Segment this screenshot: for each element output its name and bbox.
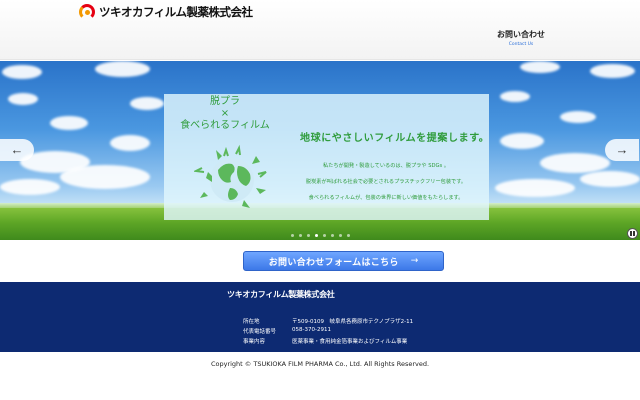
arrow-left-icon: ← [10, 142, 24, 157]
hero-title-line-2: × [220, 108, 230, 119]
slider-dot[interactable] [306, 234, 310, 237]
contact-form-button-label: お問い合わせフォームはこちら [268, 257, 399, 268]
green-globe-illustration [192, 144, 270, 214]
logo-mark-icon [79, 4, 95, 20]
arrow-right-icon: → [615, 142, 629, 157]
slider-next-button[interactable]: → [605, 139, 639, 161]
slider-dot[interactable] [290, 234, 294, 237]
company-logo[interactable]: ツキオカフィルム製薬株式会社 [79, 3, 253, 21]
copyright-text: Copyright © TSUKIOKA FILM PHARMA Co., Lt… [210, 360, 430, 368]
slider-pagination [0, 234, 640, 239]
hero-title-line-1: 脱プラ [210, 96, 240, 107]
slider-dot[interactable] [338, 234, 342, 237]
footer-company-name: ツキオカフィルム製薬株式会社 [227, 290, 335, 299]
info-key: 事業内容 [243, 339, 266, 345]
hero-body-line-2: 脱炭素が叫ばれる社会で必要とされるプラスチックフリー包装です。 [305, 179, 467, 185]
hero-headline: 地球にやさしいフィルムを提案します。 [300, 133, 490, 144]
logo-text: ツキオカフィルム製薬株式会社 [99, 5, 253, 19]
hero-title: 脱プラ × 食べられるフィルム [164, 96, 286, 132]
slider-dot[interactable] [346, 234, 350, 237]
slider-prev-button[interactable]: ← [0, 139, 34, 161]
info-value: 〒509-0109 岐阜県各務原市テクノプラザ2-11 [292, 319, 414, 325]
hero-message-panel: 脱プラ × 食べられるフィルム 地球にやさしいフィルムを提案します。 私たちが開… [164, 94, 489, 220]
info-value: 058-370-2911 [292, 327, 331, 333]
slider-dot[interactable] [322, 234, 326, 237]
hero-slider: 脱プラ × 食べられるフィルム 地球にやさしいフィルムを提案します。 私たちが開… [0, 61, 640, 240]
slider-dot[interactable] [298, 234, 302, 237]
contact-form-button[interactable]: お問い合わせフォームはこちら → [243, 251, 444, 271]
info-key: 所在地 [243, 319, 260, 325]
site-header: ツキオカフィルム製薬株式会社 お問い合わせ Contact Us [0, 0, 640, 60]
hero-body-line-3: 食べられるフィルムが、包装の世界に新しい価値をもたらします。 [308, 195, 464, 201]
hero-body-line-1: 私たちが開発・製造しているのは、脱プラや SDGs 。 [322, 163, 450, 169]
site-footer: ツキオカフィルム製薬株式会社 所在地 〒509-0109 岐阜県各務原市テクノプ… [0, 282, 640, 352]
info-value: 医薬事業・食用純金箔事業およびフィルム事業 [292, 339, 408, 345]
hero-title-line-3: 食べられるフィルム [180, 120, 270, 131]
contact-nav-sublabel: Contact Us [508, 42, 534, 47]
slider-dot[interactable] [330, 234, 334, 237]
slider-pause-button[interactable] [627, 228, 638, 239]
arrow-right-icon: → [410, 256, 419, 266]
contact-nav-link[interactable]: お問い合わせ Contact Us [492, 29, 550, 47]
pause-icon [630, 231, 636, 236]
info-key: 代表電話番号 [243, 329, 277, 335]
contact-nav-label: お問い合わせ [497, 30, 545, 39]
slider-dot[interactable] [314, 234, 318, 237]
